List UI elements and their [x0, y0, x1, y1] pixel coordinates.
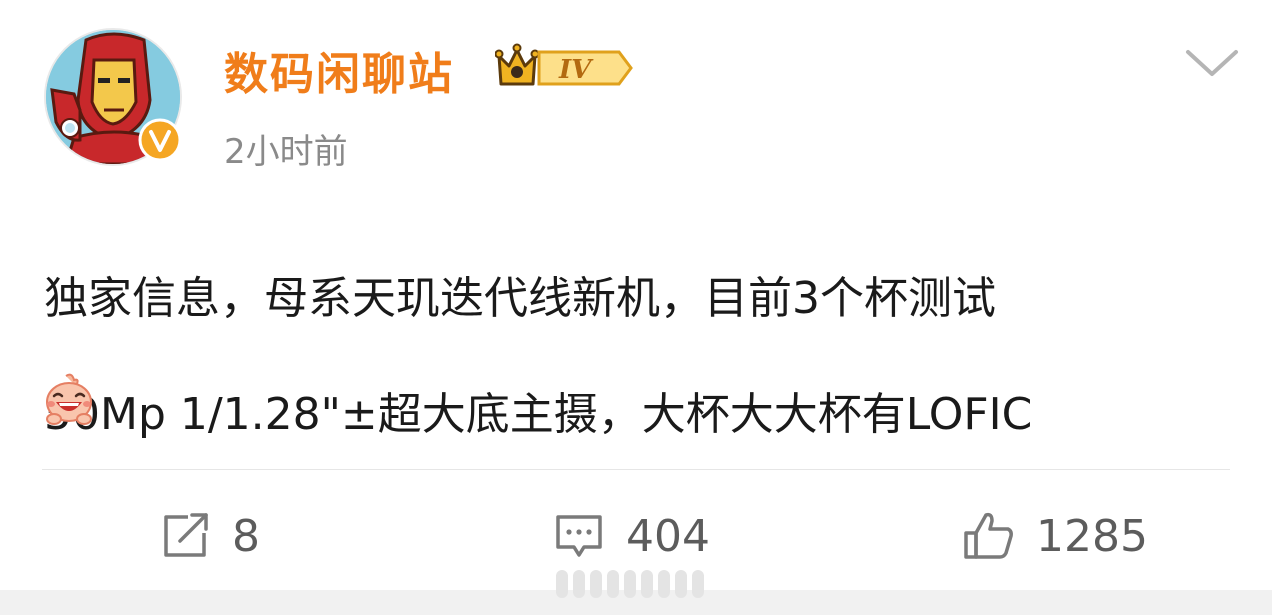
repost-count: 8	[232, 510, 260, 562]
level-badge-icon[interactable]: IV	[495, 42, 635, 92]
thumbs-up-icon	[964, 512, 1013, 559]
post-content-line: 50Mp 1/1.28"±超大底主摄，大杯大大杯有LOFIC	[44, 389, 1033, 440]
like-button[interactable]: 1285	[962, 508, 1148, 564]
like-count: 1285	[1036, 510, 1148, 562]
scroll-indicator-segment	[675, 570, 687, 598]
laughing-face-emoji-icon	[46, 373, 92, 425]
repost-icon	[164, 513, 208, 557]
post-content: 独家信息，母系天玑迭代线新机，目前3个杯测试 50Mp 1/1.28"±超大底主…	[44, 212, 1234, 502]
level-text: IV	[558, 55, 594, 85]
scroll-indicator-segment	[658, 570, 670, 598]
weibo-post-card: 数码闲聊站 IV 2小时前 独家信息，母系天玑迭代线新机，目前3个杯测试 50M…	[0, 0, 1272, 615]
repost-button[interactable]: 8	[158, 508, 260, 564]
avatar[interactable]	[44, 28, 182, 166]
chevron-down-icon[interactable]	[1182, 44, 1242, 80]
scroll-indicator-segment	[641, 570, 653, 598]
author-name[interactable]: 数码闲聊站	[224, 38, 454, 102]
comment-button[interactable]: 404	[552, 508, 710, 564]
scroll-indicator-segment	[692, 570, 704, 598]
verified-badge-icon	[138, 118, 182, 162]
divider	[42, 469, 1230, 470]
comment-count: 404	[626, 510, 710, 562]
comment-icon	[556, 515, 602, 557]
scroll-indicator-segment	[607, 570, 619, 598]
scroll-indicator-segment	[624, 570, 636, 598]
scroll-indicator	[556, 570, 704, 598]
scroll-indicator-segment	[590, 570, 602, 598]
post-content-line: 独家信息，母系天玑迭代线新机，目前3个杯测试	[44, 273, 996, 324]
scroll-indicator-segment	[573, 570, 585, 598]
post-timestamp: 2小时前	[224, 132, 348, 172]
scroll-indicator-segment	[556, 570, 568, 598]
